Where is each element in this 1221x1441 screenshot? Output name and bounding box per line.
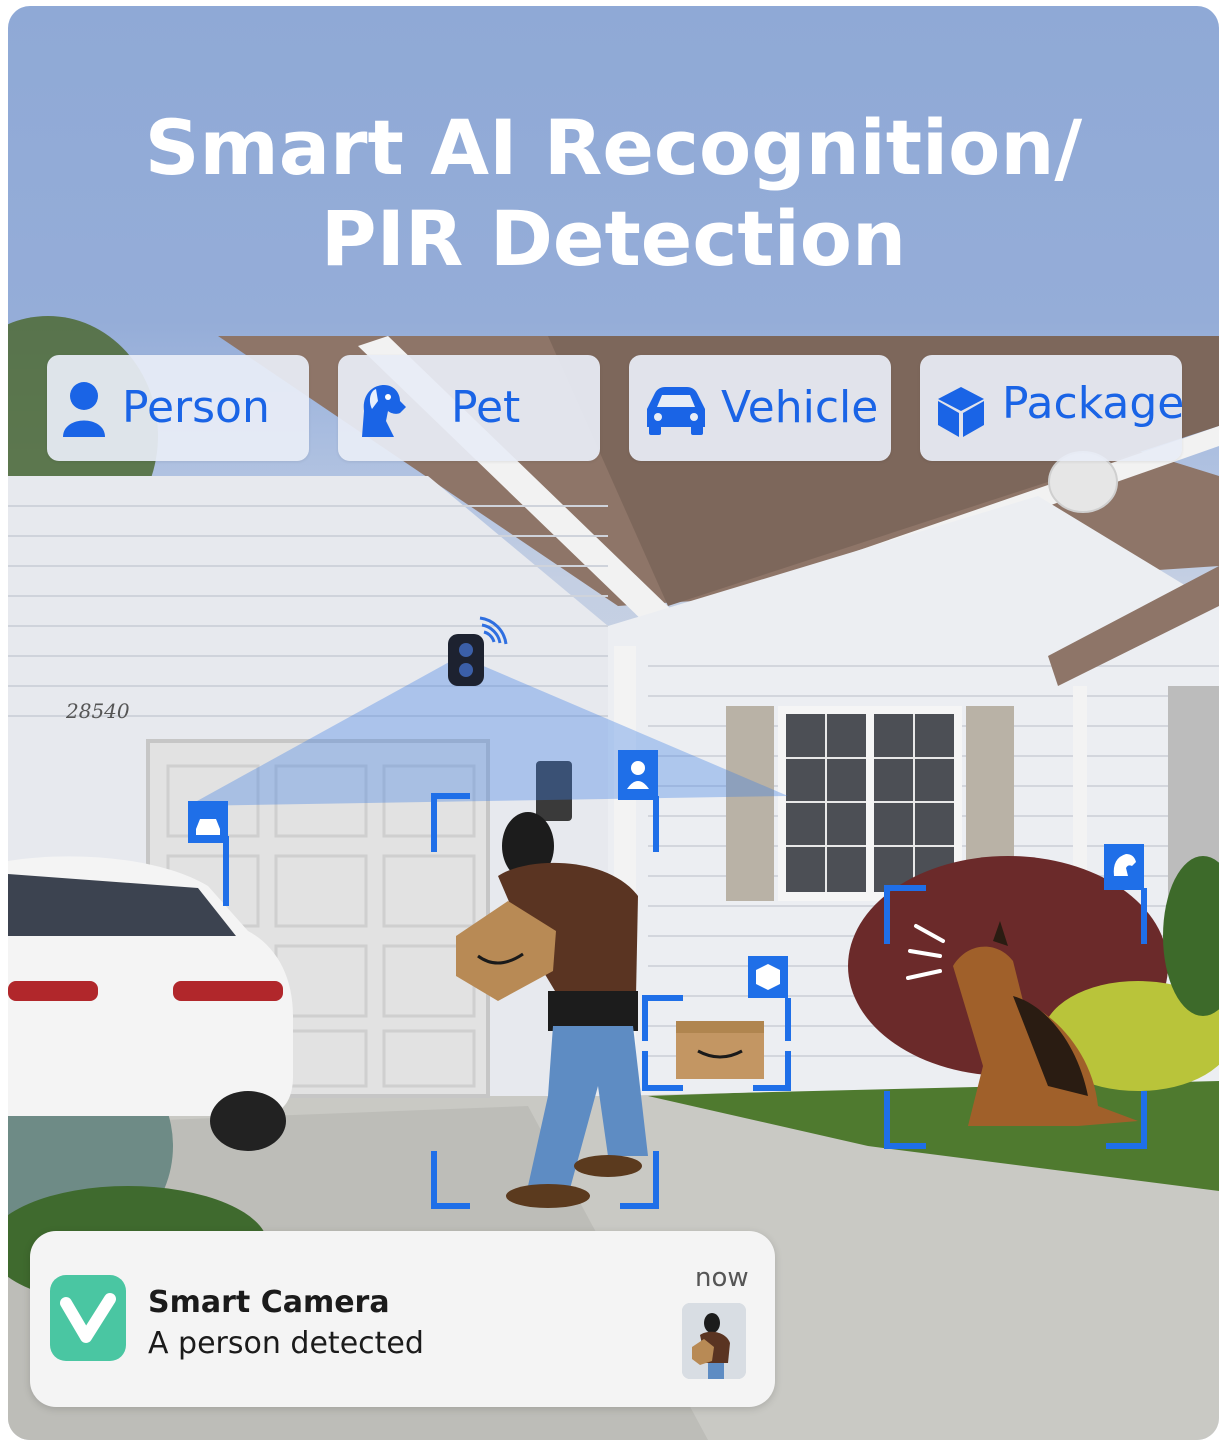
headline-line-2: PIR Detection xyxy=(320,194,907,283)
chip-pet-label: Pet xyxy=(451,382,521,433)
notification-message: A person detected xyxy=(148,1326,424,1361)
chip-package-label: Package xyxy=(1002,378,1185,429)
headline-line-1: Smart AI Recognition/ xyxy=(144,103,1083,192)
vehicle-marker-tag xyxy=(188,801,228,843)
chip-person: Person xyxy=(47,355,309,461)
burglar-thumbnail-icon xyxy=(682,1303,746,1379)
dog-icon xyxy=(362,385,406,437)
house-number: 28540 xyxy=(65,699,130,723)
package-icon xyxy=(938,387,984,437)
person-icon xyxy=(63,382,105,437)
app-logo-icon xyxy=(60,1293,116,1343)
notification-app-name: Smart Camera xyxy=(148,1285,390,1320)
person-marker-tag xyxy=(618,750,658,800)
app-icon xyxy=(50,1275,126,1361)
notification-time: now xyxy=(695,1263,749,1293)
push-notification[interactable]: Smart Camera A person detected now xyxy=(30,1231,775,1407)
chip-vehicle-label: Vehicle xyxy=(721,382,879,433)
chip-pet: Pet xyxy=(338,355,600,461)
package-marker-tag xyxy=(748,956,788,998)
car-icon xyxy=(647,387,705,435)
pet-marker-tag xyxy=(1104,844,1144,890)
chip-package: Package xyxy=(920,355,1185,461)
chip-vehicle: Vehicle xyxy=(629,355,891,461)
notification-thumbnail xyxy=(682,1303,746,1379)
chip-person-label: Person xyxy=(122,382,270,433)
ad-frame: 28540 Smart AI Recognition/ PIR Detectio… xyxy=(8,6,1219,1440)
